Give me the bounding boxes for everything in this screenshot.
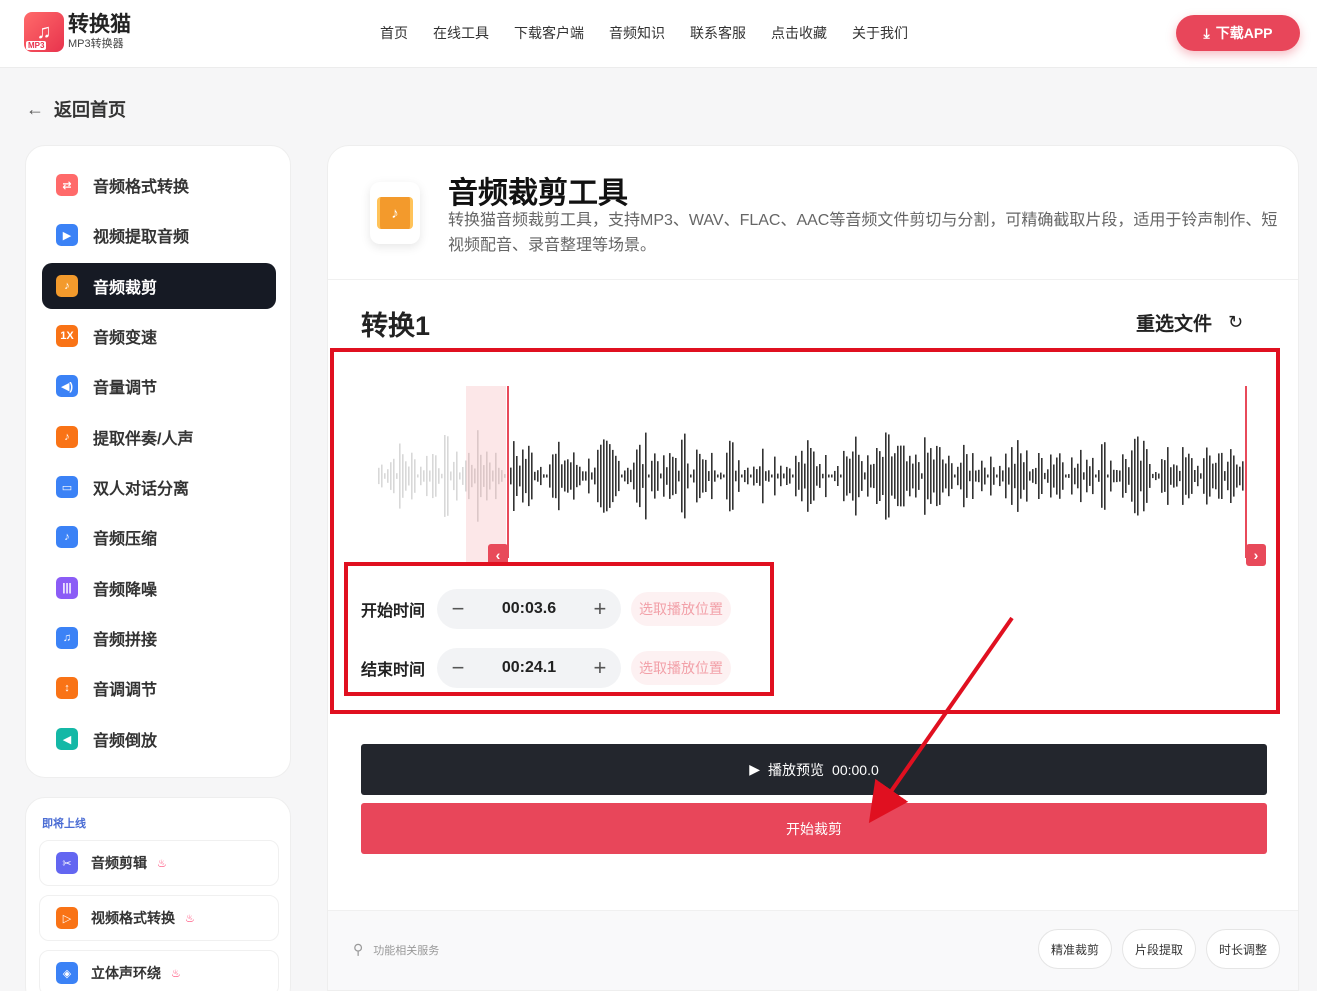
sidebar-item-label: 音频倒放 (93, 733, 158, 750)
sidebar-item-speed[interactable]: 1X 音频变速 (42, 313, 276, 359)
sidebar-item-label: 视频提取音频 (93, 229, 190, 246)
audio-cut-icon: ♪ (56, 275, 78, 297)
sidebar: ⇄ 音频格式转换 ▶ 视频提取音频 ♪ 音频裁剪 1X 音频变速 ◀) 音量调节… (25, 145, 291, 778)
search-icon: ⚲ (353, 941, 364, 957)
audio-cut-icon: ♪ (377, 197, 413, 229)
sidebar-item-format-convert[interactable]: ⇄ 音频格式转换 (42, 162, 276, 208)
coming-soon-label: 音频剪辑 (91, 855, 147, 871)
sidebar-item-denoise[interactable]: ||| 音频降噪 (42, 565, 276, 611)
play-preview-time: 00:00.0 (832, 761, 879, 778)
logo-title: 转换猫 (68, 13, 131, 36)
top-nav: 首页 在线工具 下载客户端 音频知识 联系客服 点击收藏 关于我们 (380, 24, 933, 42)
video-format-icon: ▷ (56, 907, 78, 929)
coming-soon-audio-edit[interactable]: ✂ 音频剪辑 ♨ (39, 840, 279, 886)
sidebar-item-reverse[interactable]: ◀ 音频倒放 (42, 716, 276, 762)
tag-segment-extract[interactable]: 片段提取 (1122, 929, 1197, 969)
tool-icon: ♪ (370, 182, 420, 244)
speed-icon: 1X (56, 325, 78, 347)
sidebar-item-pitch[interactable]: ↕ 音调调节 (42, 665, 276, 711)
related-services: ⚲ 功能相关服务 (353, 941, 439, 958)
highlight-box-time-inputs (344, 562, 774, 696)
pitch-icon: ↕ (56, 677, 78, 699)
reselect-file-button[interactable]: 重选文件 ↻ (1136, 309, 1243, 336)
start-trim-button[interactable]: 开始裁剪 (361, 803, 1267, 854)
dialog-icon: ▭ (56, 476, 78, 498)
nav-online-tools[interactable]: 在线工具 (433, 24, 489, 42)
nav-download-client[interactable]: 下载客户端 (514, 24, 584, 42)
flame-icon: ♨ (185, 912, 195, 925)
arrow-left-icon: ← (26, 98, 44, 119)
coming-soon-label: 立体声环绕 (91, 965, 161, 981)
flame-icon: ♨ (171, 967, 181, 980)
back-home-link[interactable]: ← 返回首页 (26, 96, 126, 122)
divider (328, 279, 1298, 280)
logo[interactable]: ♫ MP3 转换猫 MP3转换器 (24, 12, 131, 52)
nav-audio-knowledge[interactable]: 音频知识 (609, 24, 665, 42)
scissors-icon: ✂ (56, 852, 78, 874)
sidebar-item-label: 提取伴奏/人声 (93, 431, 194, 448)
sidebar-item-merge[interactable]: ♫ 音频拼接 (42, 615, 276, 661)
sidebar-item-label: 双人对话分离 (93, 481, 190, 498)
download-icon: ⤓ (1203, 24, 1210, 41)
sidebar-item-vocal-extract[interactable]: ♪ 提取伴奏/人声 (42, 414, 276, 460)
related-services-bar: ⚲ 功能相关服务 精准裁剪 片段提取 时长调整 (328, 910, 1298, 990)
sidebar-item-label: 音调调节 (93, 682, 158, 699)
sidebar-item-label: 音频变速 (93, 330, 158, 347)
sidebar-item-dialog-separate[interactable]: ▭ 双人对话分离 (42, 464, 276, 510)
logo-subtitle: MP3转换器 (68, 38, 124, 50)
sidebar-item-video-extract[interactable]: ▶ 视频提取音频 (42, 212, 276, 258)
logo-music-icon: ♫ MP3 (24, 12, 64, 52)
sidebar-item-label: 音频格式转换 (93, 179, 190, 196)
download-app-label: 下载APP (1215, 25, 1273, 41)
download-app-button[interactable]: ⤓ 下载APP (1176, 15, 1300, 51)
reverse-icon: ◀ (56, 728, 78, 750)
back-home-label: 返回首页 (54, 100, 126, 120)
nav-contact-support[interactable]: 联系客服 (690, 24, 746, 42)
tag-duration-adjust[interactable]: 时长调整 (1206, 929, 1281, 969)
page-title: 音频裁剪工具 (448, 177, 628, 210)
tool-description: 转换猫音频裁剪工具，支持MP3、WAV、FLAC、AAC等音频文件剪切与分割，可… (448, 212, 1278, 254)
merge-icon: ♫ (56, 627, 78, 649)
coming-soon-surround[interactable]: ◈ 立体声环绕 ♨ (39, 950, 279, 991)
sidebar-item-compress[interactable]: ♪ 音频压缩 (42, 514, 276, 560)
sidebar-item-label: 音量调节 (93, 380, 158, 397)
coming-soon-panel: 即将上线 ✂ 音频剪辑 ♨ ▷ 视频格式转换 ♨ ◈ 立体声环绕 ♨ (25, 797, 291, 991)
coming-soon-video-format[interactable]: ▷ 视频格式转换 ♨ (39, 895, 279, 941)
related-services-label: 功能相关服务 (373, 944, 440, 957)
coming-soon-title: 即将上线 (42, 818, 86, 830)
format-convert-icon: ⇄ (56, 174, 78, 196)
sidebar-item-label: 音频压缩 (93, 531, 158, 548)
start-trim-label: 开始裁剪 (786, 820, 842, 837)
play-preview-button[interactable]: ▶ 播放预览 00:00.0 (361, 744, 1267, 795)
flame-icon: ♨ (157, 857, 167, 870)
related-tags: 精准裁剪 片段提取 时长调整 (1038, 929, 1281, 969)
vocal-icon: ♪ (56, 426, 78, 448)
coming-soon-label: 视频格式转换 (91, 910, 175, 926)
sidebar-item-label: 音频降噪 (93, 582, 158, 599)
compress-icon: ♪ (56, 526, 78, 548)
nav-about[interactable]: 关于我们 (852, 24, 908, 42)
reselect-label: 重选文件 (1136, 314, 1213, 335)
play-icon: ▶ (749, 761, 761, 777)
nav-home[interactable]: 首页 (380, 24, 408, 42)
header: ♫ MP3 转换猫 MP3转换器 首页 在线工具 下载客户端 音频知识 联系客服 … (0, 0, 1317, 68)
main-panel: ♪ 音频裁剪工具 转换猫音频裁剪工具，支持MP3、WAV、FLAC、AAC等音频… (327, 145, 1299, 991)
task-name: 转换1 (361, 311, 431, 341)
volume-icon: ◀) (56, 375, 78, 397)
sidebar-item-label: 音频拼接 (93, 632, 158, 649)
tag-precise-cut[interactable]: 精准裁剪 (1038, 929, 1113, 969)
logo-tag: MP3 (26, 41, 47, 50)
play-preview-label: 播放预览 (768, 761, 825, 778)
nav-bookmark[interactable]: 点击收藏 (771, 24, 827, 42)
video-extract-icon: ▶ (56, 224, 78, 246)
refresh-icon: ↻ (1228, 312, 1244, 332)
sidebar-item-audio-cut[interactable]: ♪ 音频裁剪 (42, 263, 276, 309)
cube-icon: ◈ (56, 962, 78, 984)
denoise-icon: ||| (56, 577, 78, 599)
sidebar-item-volume[interactable]: ◀) 音量调节 (42, 363, 276, 409)
sidebar-item-label: 音频裁剪 (93, 280, 158, 297)
